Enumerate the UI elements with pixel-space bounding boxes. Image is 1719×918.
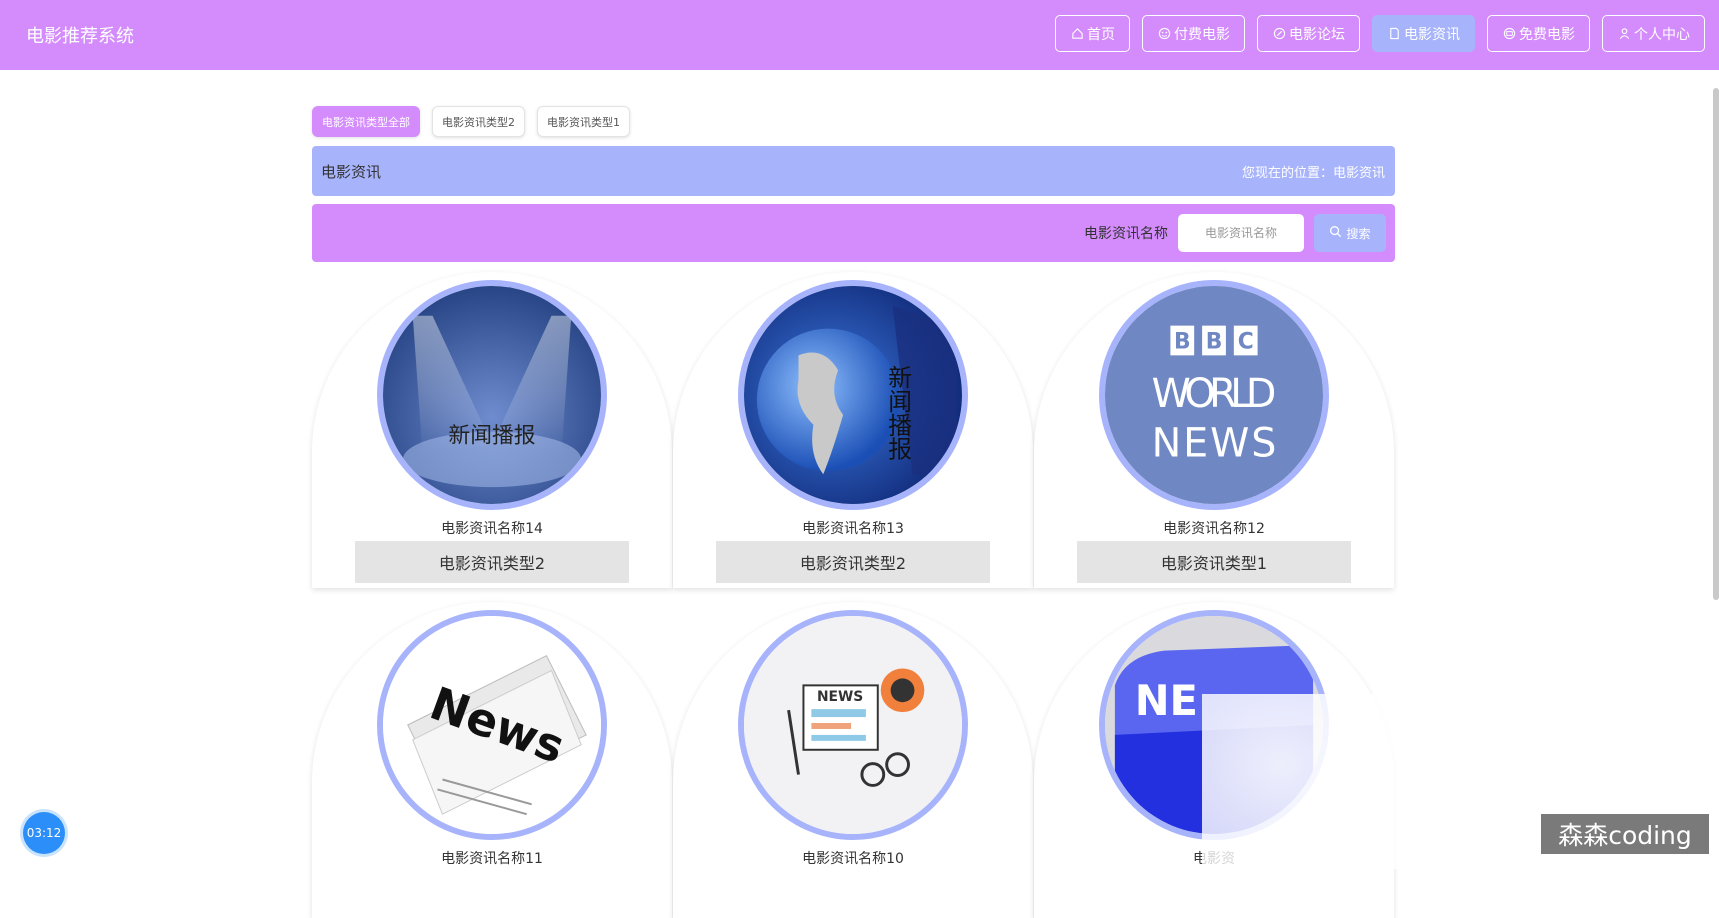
search-button[interactable]: 搜索 bbox=[1314, 214, 1386, 252]
news-thumbnail[interactable]: News bbox=[377, 610, 607, 840]
main-nav: 首页 付费电影 电影论坛 电影资讯 免费电影 个人中心 bbox=[1055, 15, 1705, 52]
nav-free-movies-button[interactable]: 免费电影 bbox=[1487, 15, 1590, 52]
news-thumbnail[interactable]: B B C WORLD NEWS bbox=[1099, 280, 1329, 510]
nav-home-label: 首页 bbox=[1087, 26, 1115, 43]
news-type-badge: 电影资讯类型2 bbox=[716, 541, 990, 583]
news-title[interactable]: 电影资讯名称14 bbox=[312, 518, 672, 538]
svg-text:B: B bbox=[1206, 329, 1223, 354]
page-title: 电影资讯 bbox=[321, 162, 382, 181]
news-card[interactable]: 新闻播报 电影资讯名称13 电影资讯类型2 bbox=[673, 272, 1033, 588]
location-bar: 电影资讯 您现在的位置：电影资讯 bbox=[312, 146, 1395, 196]
tab-type-2[interactable]: 电影资讯类型2 bbox=[432, 106, 525, 137]
news-thumbnail[interactable]: NEWS bbox=[738, 610, 968, 840]
news-thumbnail[interactable]: 新闻播报 bbox=[738, 280, 968, 510]
nav-user-center-button[interactable]: 个人中心 bbox=[1602, 15, 1705, 52]
image-caption: NE bbox=[1135, 676, 1198, 725]
news-card[interactable]: B B C WORLD NEWS 电影资讯名称12 电影资讯类型1 bbox=[1034, 272, 1394, 588]
news-type-badge: 电影资讯类型1 bbox=[1077, 541, 1351, 583]
nav-news-label: 电影资讯 bbox=[1404, 26, 1460, 43]
newspaper-image: News bbox=[383, 616, 601, 834]
svg-text:B: B bbox=[1174, 329, 1191, 354]
svg-text:WORLD: WORLD bbox=[1152, 371, 1277, 417]
top-navbar: 电影推荐系统 首页 付费电影 电影论坛 电影资讯 免费电影 个人中心 bbox=[0, 0, 1719, 70]
nav-paid-movies-button[interactable]: 付费电影 bbox=[1142, 15, 1245, 52]
news-type-badge: 电影资讯类型2 bbox=[355, 541, 629, 583]
globe-news-image: 新闻播报 bbox=[744, 286, 962, 504]
search-label: 电影资讯名称 bbox=[1084, 226, 1168, 242]
nav-forum-button[interactable]: 电影论坛 bbox=[1257, 15, 1360, 52]
svg-text:NEWS: NEWS bbox=[1152, 420, 1277, 466]
nav-news-button[interactable]: 电影资讯 bbox=[1372, 15, 1475, 52]
edit-icon bbox=[1272, 27, 1286, 41]
nav-home-button[interactable]: 首页 bbox=[1055, 15, 1130, 52]
watermark-label: 森森coding bbox=[1541, 814, 1709, 854]
news-title[interactable]: 电影资讯名称13 bbox=[673, 518, 1033, 538]
tab-type-1[interactable]: 电影资讯类型1 bbox=[537, 106, 630, 137]
search-icon bbox=[1329, 225, 1342, 241]
bbc-world-news-image: B B C WORLD NEWS bbox=[1105, 286, 1323, 504]
news-card[interactable]: NEWS 电影资讯名称10 bbox=[673, 602, 1033, 918]
blurred-overlay bbox=[1202, 694, 1402, 869]
nav-user-center-label: 个人中心 bbox=[1634, 26, 1690, 43]
news-card[interactable]: 新闻播报 电影资讯名称14 电影资讯类型2 bbox=[312, 272, 672, 588]
tab-all-types[interactable]: 电影资讯类型全部 bbox=[312, 106, 420, 137]
search-input[interactable] bbox=[1178, 214, 1304, 252]
spotlight-stage-image: 新闻播报 bbox=[383, 286, 601, 504]
image-caption: 新闻播报 bbox=[448, 424, 535, 449]
search-button-label: 搜索 bbox=[1346, 226, 1371, 241]
breadcrumb: 您现在的位置：电影资讯 bbox=[1241, 165, 1385, 181]
news-title[interactable]: 电影资讯名称11 bbox=[312, 848, 672, 868]
category-tabs: 电影资讯类型全部 电影资讯类型2 电影资讯类型1 bbox=[312, 106, 630, 137]
nav-free-movies-label: 免费电影 bbox=[1519, 26, 1575, 43]
news-title[interactable]: 电影资讯名称12 bbox=[1034, 518, 1394, 538]
recording-timer: 03:12 bbox=[23, 812, 65, 854]
home-icon bbox=[1070, 27, 1084, 41]
page-scrollbar[interactable] bbox=[1713, 88, 1719, 600]
svg-text:C: C bbox=[1238, 329, 1254, 354]
film-icon bbox=[1157, 27, 1171, 41]
nav-forum-label: 电影论坛 bbox=[1289, 26, 1345, 43]
document-icon bbox=[1387, 27, 1401, 41]
image-caption: 新闻播报 bbox=[884, 365, 912, 460]
news-title[interactable]: 电影资讯名称10 bbox=[673, 848, 1033, 868]
search-bar: 电影资讯名称 搜索 bbox=[312, 204, 1395, 262]
image-caption: NEWS bbox=[817, 689, 863, 705]
user-icon bbox=[1617, 27, 1631, 41]
news-illustration-image: NEWS bbox=[744, 616, 962, 834]
nav-paid-movies-label: 付费电影 bbox=[1174, 26, 1230, 43]
ticket-icon bbox=[1502, 27, 1516, 41]
news-thumbnail[interactable]: 新闻播报 bbox=[377, 280, 607, 510]
site-title: 电影推荐系统 bbox=[26, 26, 134, 47]
news-card[interactable]: News 电影资讯名称11 bbox=[312, 602, 672, 918]
